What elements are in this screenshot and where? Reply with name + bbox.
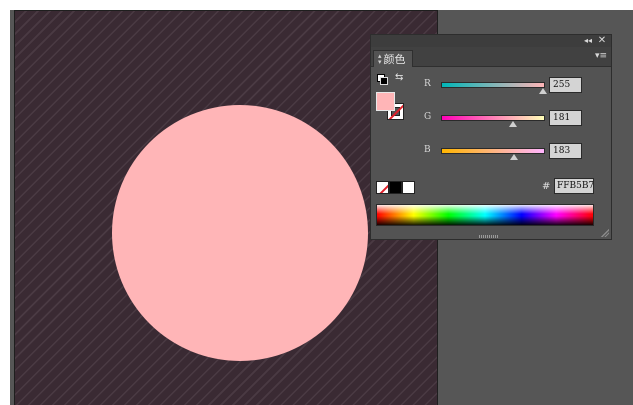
illustrator-window: ◂◂ ✕ ▴ ▾ 颜色 ▾≡ ⇆ R 255 G 181 B 183 # FFB… <box>0 0 633 405</box>
r-slider-thumb[interactable] <box>539 88 547 94</box>
panel-menu-icon[interactable]: ▾≡ <box>595 51 607 61</box>
none-slash-icon <box>379 184 388 193</box>
r-value-input[interactable]: 255 <box>549 77 582 93</box>
hex-label: # <box>542 181 551 192</box>
swap-arrows-icon[interactable]: ⇆ <box>395 72 403 83</box>
double-chevron-left-icon[interactable]: ◂◂ <box>581 35 595 47</box>
g-slider-track[interactable] <box>441 115 545 121</box>
color-panel: ◂◂ ✕ ▴ ▾ 颜色 ▾≡ ⇆ R 255 G 181 B 183 # FFB… <box>370 34 612 240</box>
default-stroke-square <box>380 77 388 85</box>
g-value-input[interactable]: 181 <box>549 110 582 126</box>
tab-color-label: 颜色 <box>383 53 406 66</box>
panel-resize-grip[interactable] <box>479 235 499 238</box>
g-slider-thumb[interactable] <box>509 121 518 127</box>
b-value-input[interactable]: 183 <box>549 143 582 159</box>
fill-color-swatch[interactable] <box>376 92 395 111</box>
color-spectrum-bar[interactable] <box>376 204 594 226</box>
b-slider-track[interactable] <box>441 148 545 154</box>
black-color-swatch[interactable] <box>389 181 402 194</box>
tab-color[interactable]: ▴ ▾ 颜色 <box>373 50 413 67</box>
arrow-down-icon: ▾ <box>378 58 382 66</box>
tab-options-arrows-icon[interactable]: ▴ ▾ <box>378 53 382 66</box>
r-slider-track[interactable] <box>441 82 545 88</box>
default-fill-stroke-icon[interactable] <box>377 74 388 85</box>
white-color-swatch[interactable] <box>402 181 415 194</box>
g-channel-label: G <box>424 112 432 122</box>
hex-value-input[interactable]: FFB5B7 <box>554 178 594 194</box>
panel-corner-resize-grip[interactable] <box>601 229 609 237</box>
panel-titlebar[interactable]: ◂◂ ✕ <box>371 35 611 47</box>
none-color-swatch[interactable] <box>376 181 389 194</box>
panel-tabbar: ▴ ▾ 颜色 ▾≡ <box>371 47 611 67</box>
close-icon[interactable]: ✕ <box>595 35 609 47</box>
b-channel-label: B <box>424 145 431 155</box>
r-channel-label: R <box>424 79 431 89</box>
b-slider-thumb[interactable] <box>510 154 519 160</box>
pink-circle-shape[interactable] <box>112 105 368 361</box>
